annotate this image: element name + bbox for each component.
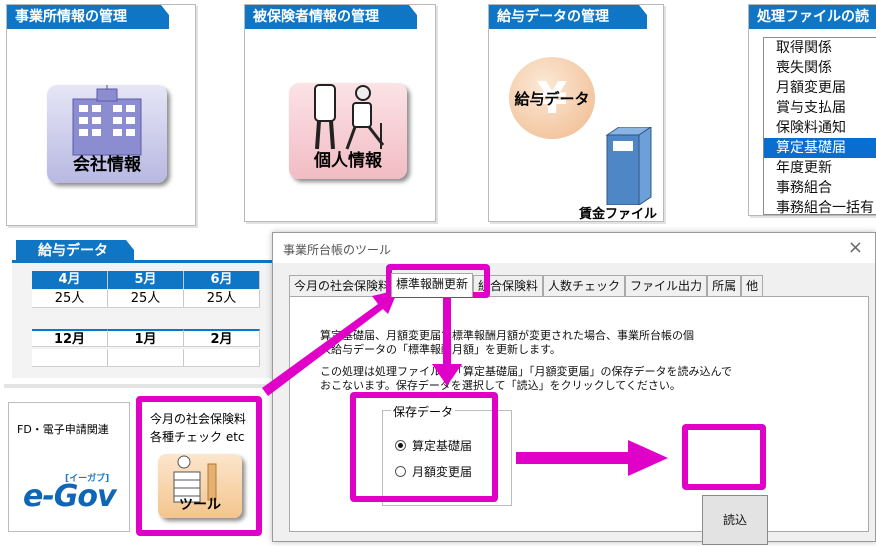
company-info-label: 会社情報 <box>73 155 141 175</box>
tab-standard-remuneration[interactable]: 標準報酬更新 <box>391 273 474 297</box>
arrow-icon <box>432 298 462 386</box>
personal-info-label: 個人情報 <box>314 151 382 171</box>
arrow-icon <box>516 440 668 476</box>
tools-label: ツール <box>179 497 221 513</box>
arrow-icon <box>262 290 398 396</box>
